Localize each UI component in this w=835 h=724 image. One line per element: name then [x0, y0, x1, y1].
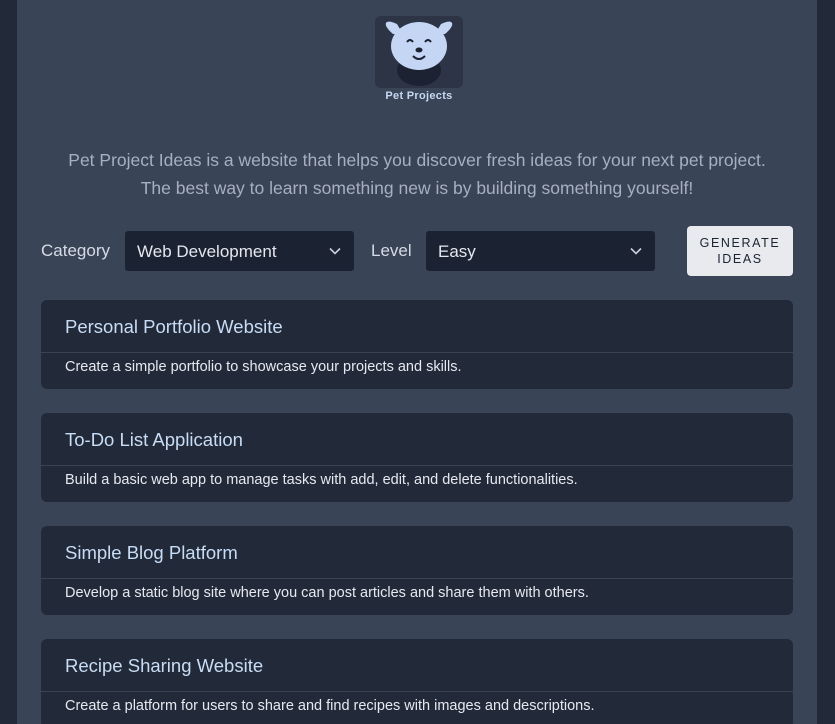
level-select-value: Easy [438, 242, 476, 261]
idea-card[interactable]: Simple Blog Platform Develop a static bl… [41, 526, 793, 615]
filter-controls: Category Web Development Level Easy GENE… [41, 226, 793, 276]
category-select[interactable]: Web Development [125, 231, 354, 271]
idea-title: Personal Portfolio Website [65, 316, 283, 337]
idea-title: Simple Blog Platform [65, 542, 238, 563]
level-select[interactable]: Easy [426, 231, 655, 271]
idea-title: Recipe Sharing Website [65, 655, 264, 676]
idea-card[interactable]: To-Do List Application Build a basic web… [41, 413, 793, 502]
intro-text: Pet Project Ideas is a website that help… [37, 146, 797, 202]
level-label: Level [371, 241, 412, 260]
intro-line-2: The best way to learn something new is b… [140, 178, 694, 198]
site-logo[interactable]: Pet Projects [373, 12, 465, 108]
generate-ideas-button[interactable]: GENERATE IDEAS [687, 226, 793, 276]
idea-description: Develop a static blog site where you can… [65, 585, 589, 601]
logo-text: Pet Projects [385, 90, 453, 102]
generate-button-line-1: GENERATE [699, 236, 781, 250]
idea-card[interactable]: Personal Portfolio Website Create a simp… [41, 300, 793, 389]
dog-cat-logo-icon [375, 16, 463, 88]
idea-description: Build a basic web app to manage tasks wi… [65, 472, 578, 488]
card-divider [41, 352, 793, 353]
chevron-down-icon [630, 247, 642, 255]
generate-button-line-2: IDEAS [717, 252, 763, 266]
card-divider [41, 691, 793, 692]
main-panel: Pet Projects Pet Project Ideas is a webs… [17, 0, 817, 724]
chevron-down-icon [329, 247, 341, 255]
intro-line-1: Pet Project Ideas is a website that help… [68, 150, 766, 170]
category-label: Category [41, 241, 110, 260]
idea-card[interactable]: Recipe Sharing Website Create a platform… [41, 639, 793, 724]
idea-description: Create a simple portfolio to showcase yo… [65, 359, 462, 375]
idea-title: To-Do List Application [65, 429, 243, 450]
category-select-value: Web Development [137, 242, 277, 261]
idea-description: Create a platform for users to share and… [65, 698, 595, 714]
card-divider [41, 578, 793, 579]
card-divider [41, 465, 793, 466]
